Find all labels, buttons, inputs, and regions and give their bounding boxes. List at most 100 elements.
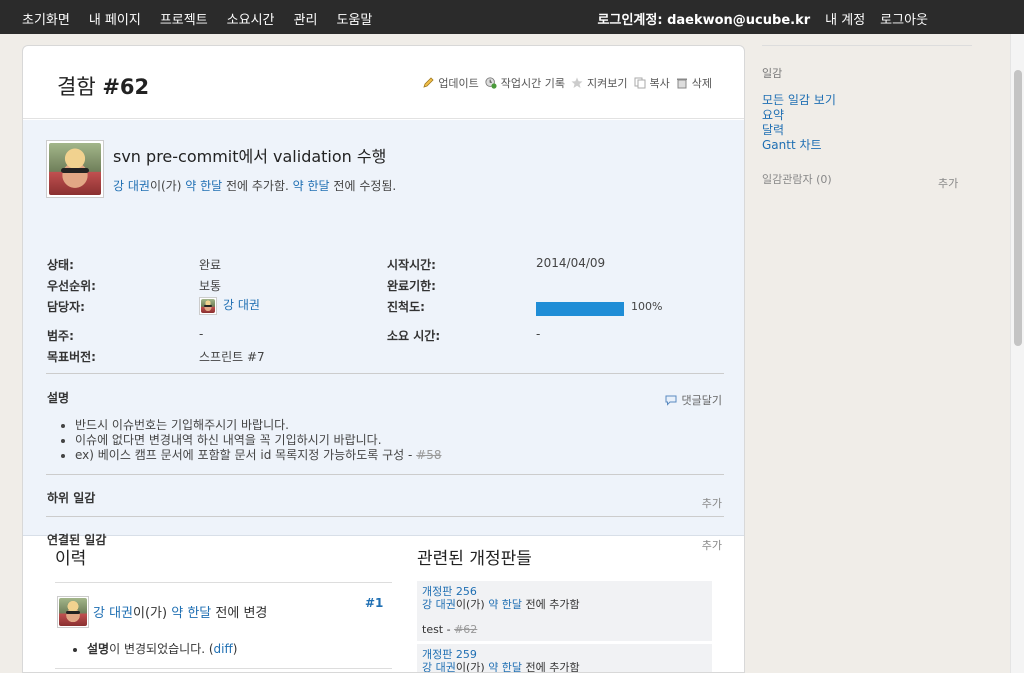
clock-add-icon [485,77,497,89]
issue-subject: svn pre-commit에서 validation 수행 [113,147,387,166]
journal-user-link[interactable]: 강 대권 [93,606,133,621]
category-value: - [199,327,204,341]
nav-help[interactable]: 도움말 [336,9,372,28]
created-suffix: 전에 추가함. [225,179,289,193]
watch-button[interactable]: 지켜보기 [571,75,628,91]
author-avatar [46,140,104,198]
sidebar-link-gantt[interactable]: Gantt 차트 [762,138,836,153]
pencil-icon [423,77,434,88]
author-suffix: 이(가) [149,179,182,193]
journal-detail-item: 설명이 변경되었습니다. (diff) [87,640,237,657]
attr-row-status: 상태: 완료 시작시간: 2014/04/09 [47,256,727,276]
scrollbar-thumb[interactable] [1014,70,1022,346]
revision-link[interactable]: 개정판 259 [422,648,707,661]
revision-user-link[interactable]: 강 대권 [422,661,456,672]
update-button[interactable]: 업데이트 [422,75,479,91]
revision-user-suffix: 이(가) [455,661,485,673]
nav-my-page[interactable]: 내 페이지 [89,9,141,28]
journal-suffix: 전에 변경 [215,606,268,621]
assignee-value: 강 대권 [199,296,260,315]
journal-user-suffix: 이(가) [133,606,168,621]
sidebar-link-all-issues[interactable]: 모든 일감 보기 [762,93,836,108]
attr-row-assignee: 담당자: 강 대권 진척도: 100% [47,296,727,318]
revision-meta: 강 대권이(가) 약 한달 전에 추가함 [422,661,707,673]
sidebar-link-summary[interactable]: 요약 [762,108,836,123]
reply-button[interactable]: 댓글달기 [665,392,722,408]
issue-content: 결함 #62 업데이트 작업시간 기록 지켜보기 복사 삭제 svn pre-c… [22,45,745,673]
journal-header: 강 대권이(가) 약 한달 전에 변경 [93,602,267,621]
start-date-label: 시작시간: [387,258,436,272]
description-item: ex) 베이스 캠프 문서에 포함할 문서 id 목록지정 가능하도록 구성 -… [75,448,442,463]
created-ago-link[interactable]: 약 한달 [185,179,222,193]
journal-number-link[interactable]: #1 [365,596,383,610]
subtasks-title: 하위 일감 [47,491,96,505]
updated-ago-link[interactable]: 약 한달 [293,179,330,193]
assignee-link[interactable]: 강 대권 [223,298,260,312]
attr-row-version: 목표버전: 스프린트 #7 [47,348,727,368]
add-watcher-link[interactable]: 추가 [938,175,958,191]
description-item: 이슈에 없다면 변경내역 하신 내역을 꼭 기입하시기 바랍니다. [75,433,442,448]
nav-projects[interactable]: 프로젝트 [160,9,208,28]
scrollbar[interactable] [1010,34,1024,673]
issue-58-link[interactable]: #58 [416,448,441,462]
logged-in-as: 로그인계정: daekwon@ucube.kr [598,9,811,28]
journal-avatar [57,596,89,628]
revision-user-link[interactable]: 강 대권 [422,598,456,611]
divider [46,516,724,517]
add-subtask-link[interactable]: 추가 [702,495,722,511]
nav-home[interactable]: 초기화면 [22,9,70,28]
divider [46,474,724,475]
log-time-button[interactable]: 작업시간 기록 [485,75,565,91]
diff-link[interactable]: diff [214,642,233,656]
due-date-label: 완료기한: [387,279,436,293]
copy-icon [634,77,645,89]
revisions-title: 관련된 개정판들 [417,549,532,569]
history-title: 이력 [55,549,87,569]
delete-button[interactable]: 삭제 [676,75,712,91]
author-link[interactable]: 강 대권 [113,179,150,193]
target-version-link[interactable]: 스프린트 #7 [199,348,265,365]
changed-field: 설명 [87,642,110,656]
change-close: ) [232,642,238,656]
progress-bar [536,302,624,316]
revision-ago-link[interactable]: 약 한달 [488,598,522,611]
revision-link[interactable]: 개정판 256 [422,585,707,598]
update-label: 업데이트 [438,77,479,90]
attr-row-priority: 우선순위: 보통 완료기한: [47,277,727,297]
issue-tracker: 결함 [57,75,96,99]
assignee-avatar-image [201,298,215,313]
status-value: 완료 [199,258,222,272]
add-relation-link[interactable]: 추가 [702,537,722,553]
assignee-avatar [199,296,217,315]
sidebar-links: 모든 일감 보기 요약 달력 Gantt 차트 [762,93,836,153]
target-version-label: 목표버전: [47,350,96,364]
description-title: 설명 [47,391,70,405]
journal-avatar-image [59,598,87,626]
sidebar-link-calendar[interactable]: 달력 [762,123,836,138]
spent-time-label: 소요 시간: [387,329,441,343]
issue-62-link[interactable]: #62 [454,623,477,636]
login-user[interactable]: daekwon@ucube.kr [667,13,810,28]
watch-label: 지켜보기 [587,77,628,90]
log-time-label: 작업시간 기록 [500,77,566,90]
copy-button[interactable]: 복사 [634,75,670,91]
issue-actions: 업데이트 작업시간 기록 지켜보기 복사 삭제 [422,75,712,91]
category-label: 범주: [47,329,74,343]
revision-suffix: 전에 추가함 [525,598,580,611]
delete-label: 삭제 [691,77,712,90]
star-icon [571,77,583,88]
divider [46,373,724,374]
start-date-value: 2014/04/09 [536,256,606,270]
nav-time[interactable]: 소요시간 [227,9,275,28]
revision-item: 개정판 256 강 대권이(가) 약 한달 전에 추가함 test - #62 [417,581,712,641]
divider [55,582,392,583]
account-menu: 로그인계정: daekwon@ucube.kr 내 계정 로그아웃 [598,9,928,28]
revision-ago-link[interactable]: 약 한달 [488,661,522,672]
nav-admin[interactable]: 관리 [294,9,318,28]
sidebar: 일감 모든 일감 보기 요약 달력 Gantt 차트 일감관람자 (0) 추가 [762,45,972,673]
top-menu-bar: 초기화면 내 페이지 프로젝트 소요시간 관리 도움말 로그인계정: daekw… [0,0,1024,34]
logout-link[interactable]: 로그아웃 [880,9,928,28]
my-account-link[interactable]: 내 계정 [825,9,865,28]
reply-label: 댓글달기 [681,394,722,407]
journal-ago-link[interactable]: 약 한달 [171,606,211,621]
